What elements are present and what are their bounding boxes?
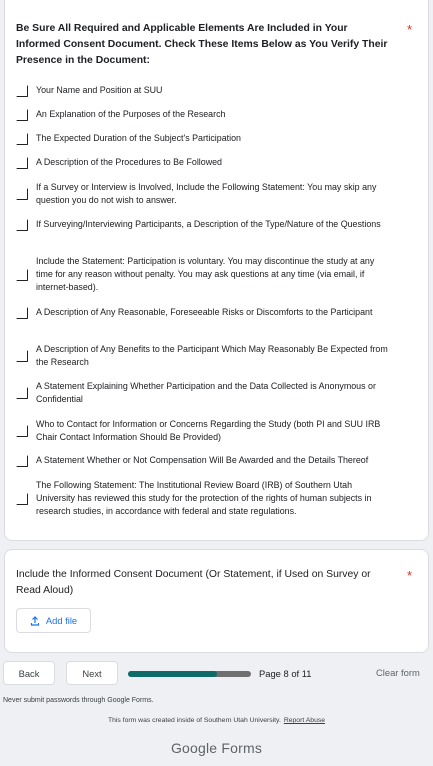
question-title-upload: Include the Informed Consent Document (O…	[16, 569, 371, 596]
checkbox[interactable]	[16, 492, 28, 505]
checkbox[interactable]	[16, 84, 28, 97]
checkbox[interactable]	[16, 188, 28, 200]
checkbox-option-label: An Explanation of the Purposes of the Re…	[36, 109, 226, 119]
checkbox-option-label: The Following Statement: The Institution…	[36, 480, 372, 516]
checkbox-option-label: A Statement Explaining Whether Participa…	[36, 381, 376, 404]
question-card-upload	[4, 549, 429, 653]
required-asterisk: *	[407, 568, 413, 583]
checkbox[interactable]	[16, 156, 28, 169]
add-file-label: Add file	[45, 615, 78, 626]
checkbox-option-label: A Description of Any Benefits to the Par…	[36, 344, 388, 367]
checkbox-option[interactable]: A Description of Any Benefits to the Par…	[16, 343, 416, 369]
checkbox-option[interactable]: An Explanation of the Purposes of the Re…	[16, 108, 416, 121]
checkbox-option[interactable]: Include the Statement: Participation is …	[16, 255, 416, 294]
checkbox-option[interactable]: If Surveying/Interviewing Participants, …	[16, 218, 416, 231]
checkbox-option-label: Your Name and Position at SUU	[36, 85, 163, 95]
checkbox[interactable]	[16, 387, 28, 399]
next-button[interactable]: Next	[66, 661, 118, 685]
footer-note: This form was created inside of Southern…	[0, 717, 433, 724]
checkbox[interactable]	[16, 108, 28, 121]
checkbox-option-label: A Description of the Procedures to Be Fo…	[36, 157, 222, 167]
checkbox-option-label: The Expected Duration of the Subject's P…	[36, 133, 241, 143]
checkbox[interactable]	[16, 425, 28, 437]
checkbox-option[interactable]: A Statement Explaining Whether Participa…	[16, 380, 416, 406]
checkbox-option[interactable]: A Description of Any Reasonable, Foresee…	[16, 306, 416, 319]
checkbox-option-label: If a Survey or Interview is Involved, In…	[36, 182, 377, 205]
back-button[interactable]: Back	[3, 661, 55, 685]
google-forms-logo: Google Forms	[170, 740, 263, 756]
checkbox-option-label: Include the Statement: Participation is …	[36, 256, 375, 292]
checkbox[interactable]	[16, 132, 28, 145]
checkbox-option[interactable]: The Expected Duration of the Subject's P…	[16, 132, 416, 145]
checkbox-option-label: A Description of Any Reasonable, Foresee…	[36, 307, 373, 317]
progress-bar-fill	[128, 671, 218, 677]
created-note: This form was created inside of Southern…	[107, 717, 281, 724]
checkbox-option[interactable]: The Following Statement: The Institution…	[16, 479, 416, 518]
checkbox-option[interactable]: Your Name and Position at SUU	[16, 84, 416, 97]
upload-icon	[30, 615, 40, 626]
add-file-button[interactable]: Add file	[16, 608, 91, 633]
clear-form-button[interactable]: Clear form	[376, 667, 420, 678]
required-asterisk: *	[407, 22, 413, 37]
checkbox-option[interactable]: Who to Contact for Information or Concer…	[16, 418, 416, 444]
checkbox-option-label: A Statement Whether or Not Compensation …	[36, 455, 369, 465]
checkbox-option[interactable]: If a Survey or Interview is Involved, In…	[16, 181, 416, 207]
page-indicator: Page 8 of 11	[259, 668, 312, 679]
checkbox-option[interactable]: A Description of the Procedures to Be Fo…	[16, 156, 416, 169]
question-title-checklist: Be Sure All Required and Applicable Elem…	[16, 23, 388, 66]
checkbox[interactable]	[16, 306, 28, 319]
checkbox[interactable]	[16, 454, 28, 467]
report-abuse-link[interactable]: Report Abuse	[284, 717, 325, 724]
password-warning: Never submit passwords through Google Fo…	[3, 697, 154, 704]
checkbox-option-label: Who to Contact for Information or Concer…	[36, 419, 381, 442]
checkbox[interactable]	[16, 218, 28, 231]
checkbox[interactable]	[16, 268, 28, 281]
checkbox[interactable]	[16, 350, 28, 362]
checkbox-option[interactable]: A Statement Whether or Not Compensation …	[16, 454, 416, 467]
progress-bar	[128, 671, 251, 677]
checkbox-option-label: If Surveying/Interviewing Participants, …	[36, 219, 381, 229]
